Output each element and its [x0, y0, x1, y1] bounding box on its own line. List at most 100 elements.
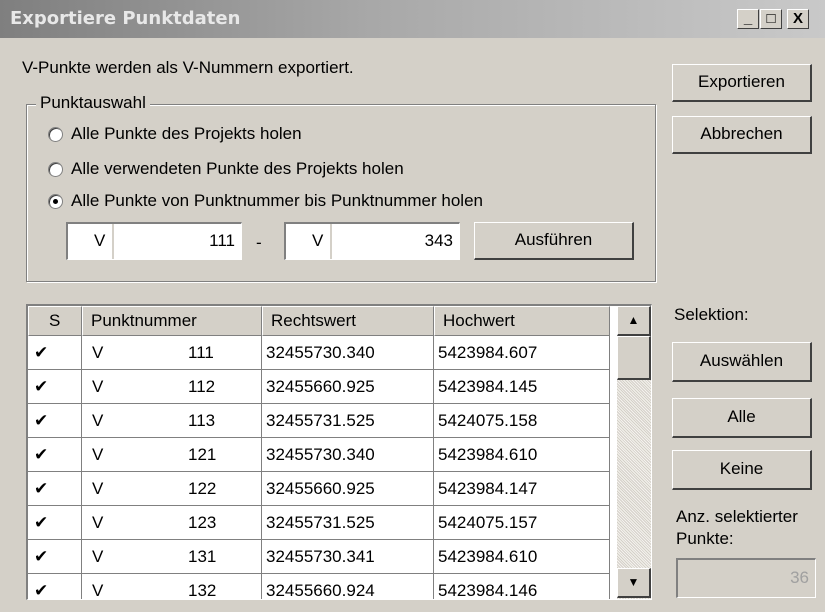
point-prefix: V [92, 513, 104, 532]
run-button[interactable]: Ausführen [474, 222, 634, 260]
point-number: 112 [188, 377, 216, 396]
field-separator [112, 224, 114, 259]
count-label-2: Punkte: [676, 529, 734, 548]
cell-rechtswert: 32455730.341 [262, 540, 434, 574]
cell-punktnummer: V 121 [82, 438, 262, 472]
cell-rechtswert: 32455660.924 [262, 574, 434, 599]
point-number: 111 [188, 343, 214, 362]
point-number: 113 [188, 411, 216, 430]
selected-checkmark[interactable]: ✔ [28, 438, 82, 472]
export-button[interactable]: Exportieren [672, 64, 812, 102]
column-header-punktnummer[interactable]: Punktnummer [82, 306, 262, 336]
radio-label: Alle Punkte des Projekts holen [71, 124, 302, 143]
from-point-field[interactable]: V 111 [66, 222, 242, 260]
point-prefix: V [92, 411, 104, 430]
cancel-button[interactable]: Abbrechen [672, 116, 812, 154]
point-number: 132 [188, 581, 217, 600]
table-row[interactable]: ✔ V 112 32455660.925 5423984.145 [28, 370, 618, 404]
window-title: Exportiere Punktdaten [10, 8, 241, 29]
radio-range-points[interactable]: Alle Punkte von Punktnummer bis Punktnum… [48, 191, 483, 211]
cell-hochwert: 5423984.147 [434, 472, 610, 506]
cell-rechtswert: 32455730.340 [262, 336, 434, 370]
cell-punktnummer: V 123 [82, 506, 262, 540]
radio-used-points[interactable]: Alle verwendeten Punkte des Projekts hol… [48, 159, 404, 179]
table-row[interactable]: ✔ V 123 32455731.525 5424075.157 [28, 506, 618, 540]
table-scrollbar[interactable]: ▲ ▼ [617, 306, 651, 599]
close-button[interactable]: X [787, 9, 809, 29]
cell-rechtswert: 32455660.925 [262, 472, 434, 506]
maximize-button[interactable]: □ [760, 9, 782, 29]
point-prefix: V [92, 547, 104, 566]
selected-checkmark[interactable]: ✔ [28, 404, 82, 438]
selected-checkmark[interactable]: ✔ [28, 472, 82, 506]
cell-punktnummer: V 113 [82, 404, 262, 438]
cell-punktnummer: V 132 [82, 574, 262, 600]
radio-indicator[interactable] [48, 126, 63, 142]
scroll-down-button[interactable]: ▼ [617, 568, 651, 598]
cell-punktnummer: V 111 [82, 336, 262, 370]
radio-all-points[interactable]: Alle Punkte des Projekts holen [48, 124, 302, 144]
title-bar[interactable]: Exportiere Punktdaten _ □ X [0, 0, 825, 38]
radio-label: Alle Punkte von Punktnummer bis Punktnum… [71, 191, 483, 210]
point-number: 121 [188, 445, 217, 464]
points-table[interactable]: S Punktnummer Rechtswert Hochwert ✔ V 111 3… [26, 304, 652, 600]
selected-checkmark[interactable]: ✔ [28, 574, 82, 599]
group-legend: Punktauswahl [36, 93, 150, 113]
select-none-button[interactable]: Keine [672, 450, 812, 490]
table-row[interactable]: ✔ V 111 32455730.340 5423984.607 [28, 336, 618, 370]
scroll-up-button[interactable]: ▲ [617, 306, 651, 336]
cell-hochwert: 5423984.610 [434, 438, 610, 472]
to-value: 343 [424, 231, 453, 250]
table-row[interactable]: ✔ V 122 32455660.925 5423984.147 [28, 472, 618, 506]
to-prefix: V [312, 231, 324, 250]
scroll-thumb[interactable] [617, 336, 651, 380]
select-all-button[interactable]: Alle [672, 398, 812, 438]
minimize-button[interactable]: _ [737, 9, 759, 29]
range-dash: - [256, 233, 262, 252]
cell-punktnummer: V 131 [82, 540, 262, 574]
selected-checkmark[interactable]: ✔ [28, 336, 82, 370]
cell-hochwert: 5424075.157 [434, 506, 610, 540]
intro-text: V-Punkte werden als V-Nummern exportiert… [22, 58, 354, 77]
radio-label: Alle verwendeten Punkte des Projekts hol… [71, 159, 404, 178]
cell-rechtswert: 32455660.925 [262, 370, 434, 404]
selection-label: Selektion: [674, 305, 749, 324]
column-header-hochwert[interactable]: Hochwert [434, 306, 610, 336]
table-row[interactable]: ✔ V 132 32455660.924 5423984.146 [28, 574, 618, 600]
cell-hochwert: 5424075.158 [434, 404, 610, 438]
from-value: 111 [209, 231, 235, 250]
column-header-rechtswert[interactable]: Rechtswert [262, 306, 434, 336]
point-number: 122 [188, 479, 217, 498]
select-button[interactable]: Auswählen [672, 342, 812, 382]
field-separator [330, 224, 332, 259]
table-row[interactable]: ✔ V 131 32455730.341 5423984.610 [28, 540, 618, 574]
selected-checkmark[interactable]: ✔ [28, 370, 82, 404]
cell-hochwert: 5423984.607 [434, 336, 610, 370]
table-row[interactable]: ✔ V 121 32455730.340 5423984.610 [28, 438, 618, 472]
selected-checkmark[interactable]: ✔ [28, 540, 82, 574]
table-header: S Punktnummer Rechtswert Hochwert [28, 306, 618, 336]
radio-indicator[interactable] [48, 193, 63, 209]
point-prefix: V [92, 377, 104, 396]
point-number: 131 [188, 547, 217, 566]
point-number: 123 [188, 513, 217, 532]
table-row[interactable]: ✔ V 113 32455731.525 5424075.158 [28, 404, 618, 438]
cell-hochwert: 5423984.610 [434, 540, 610, 574]
from-prefix: V [94, 231, 106, 250]
to-point-field[interactable]: V 343 [284, 222, 460, 260]
radio-indicator[interactable] [48, 161, 63, 177]
selected-count-field: 36 [676, 558, 816, 598]
cell-punktnummer: V 112 [82, 370, 262, 404]
point-prefix: V [92, 445, 104, 464]
cell-punktnummer: V 122 [82, 472, 262, 506]
cell-rechtswert: 32455731.525 [262, 404, 434, 438]
selected-checkmark[interactable]: ✔ [28, 506, 82, 540]
point-prefix: V [92, 343, 104, 362]
cell-rechtswert: 32455731.525 [262, 506, 434, 540]
cell-hochwert: 5423984.145 [434, 370, 610, 404]
cell-hochwert: 5423984.146 [434, 574, 610, 599]
count-label: Anz. selektierter [676, 507, 798, 526]
cell-rechtswert: 32455730.340 [262, 438, 434, 472]
column-header-s[interactable]: S [28, 306, 82, 336]
point-prefix: V [92, 581, 104, 600]
